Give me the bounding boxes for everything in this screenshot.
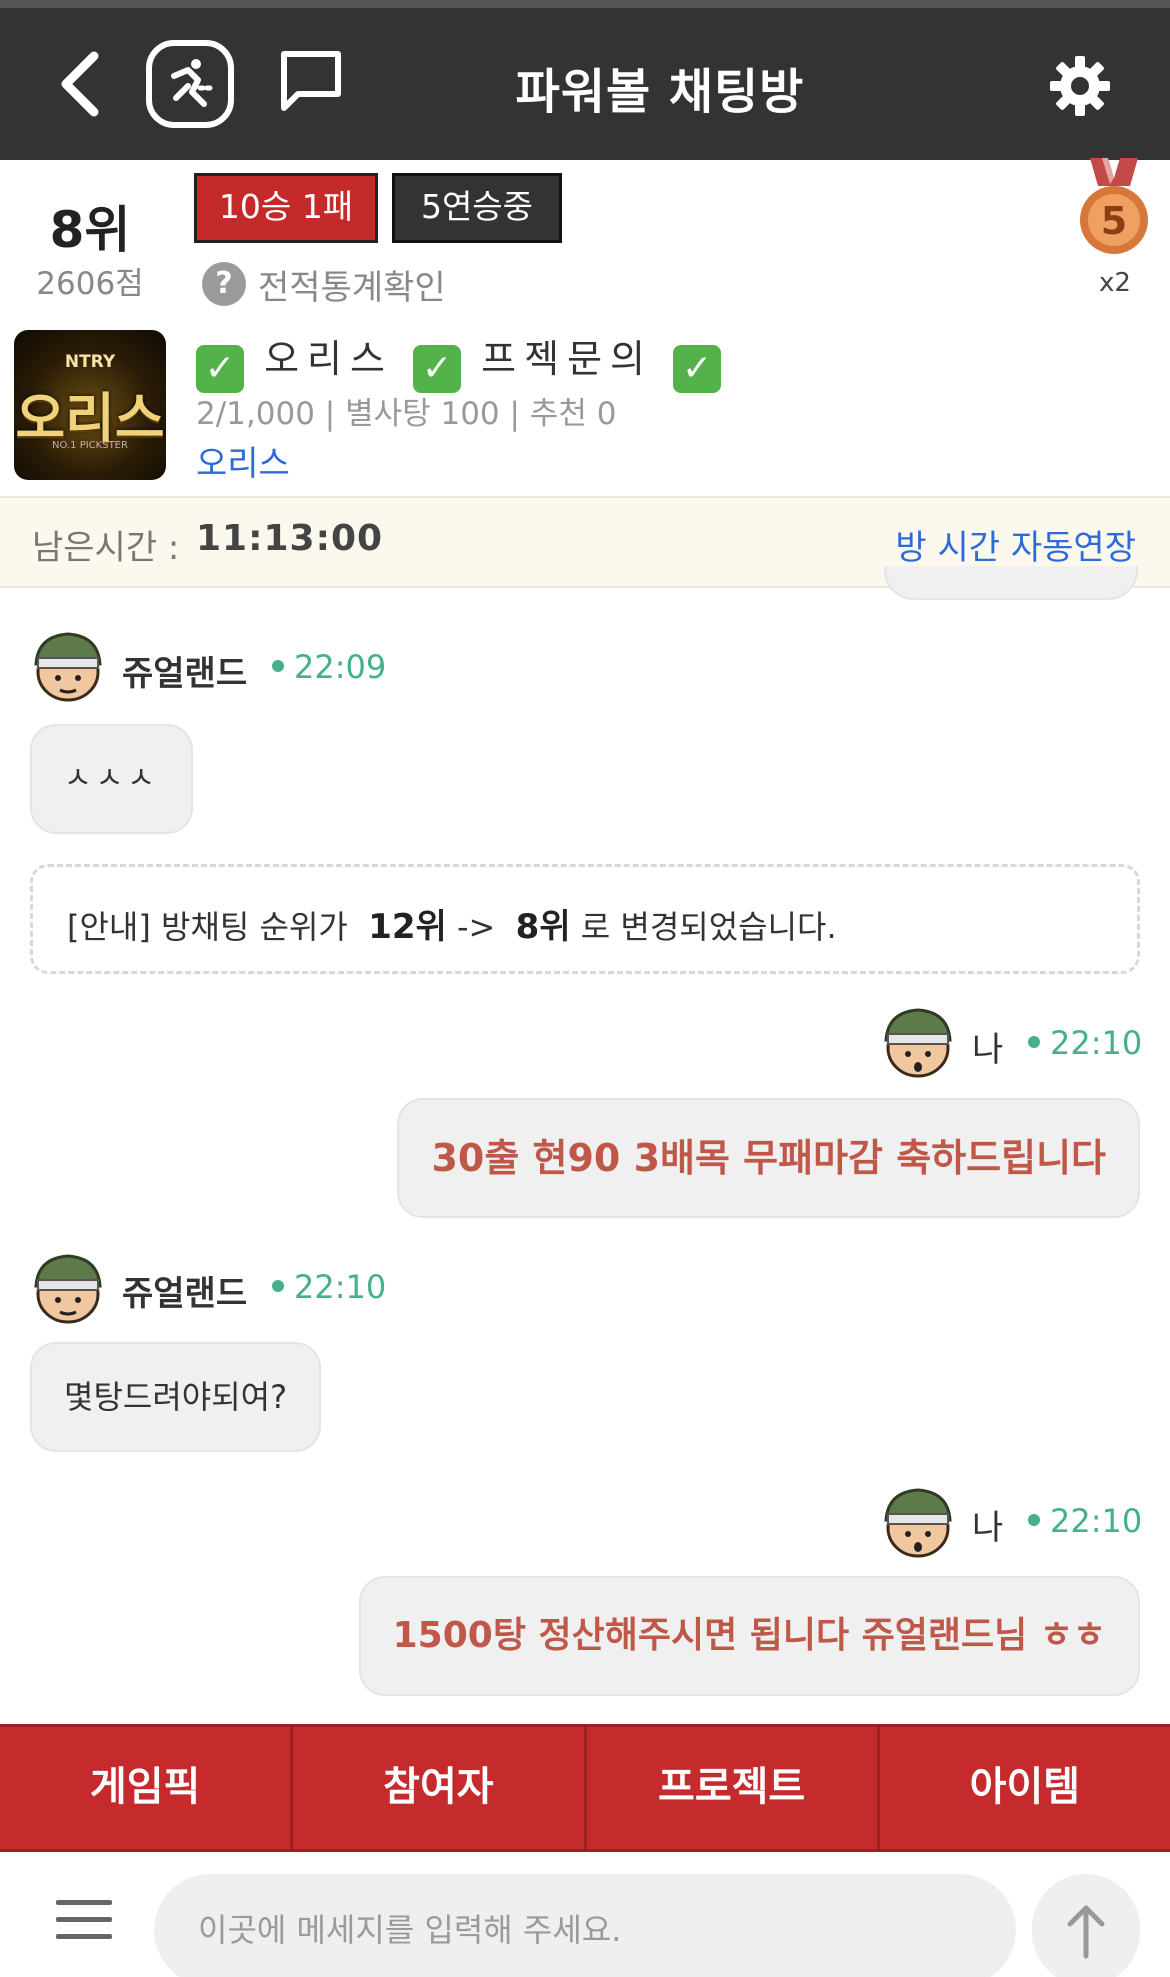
rank-change-notice: [안내] 방채팅 순위가 12위 -> 8위 로 변경되었습니다.: [30, 864, 1140, 974]
tab-items[interactable]: 아이템: [876, 1724, 1170, 1852]
online-dot-icon: [272, 660, 284, 672]
notice-suffix: 로 변경되었습니다.: [580, 908, 837, 946]
message-username[interactable]: 쥬얼랜드: [122, 1266, 247, 1315]
speech-bubble-icon[interactable]: [278, 48, 344, 118]
notice-prefix: [안내] 방채팅 순위가: [67, 908, 348, 946]
message-input-bar: [0, 1852, 1170, 1977]
message-bubble: 몇탕드려야되여?: [30, 1342, 322, 1452]
notice-from-rank: 12위: [368, 907, 447, 947]
hamburger-menu-icon[interactable]: [56, 1900, 112, 1940]
thumbnail-subtitle: NO.1 PICKSTER: [52, 440, 128, 451]
remaining-time-label: 남은시간 :: [32, 528, 180, 568]
page-title: 파워볼 채팅방: [515, 64, 805, 120]
medal-icon: 5: [1080, 158, 1148, 254]
soldier-avatar-icon[interactable]: [30, 628, 106, 704]
tab-participants[interactable]: 참여자: [290, 1724, 584, 1852]
message-time-value: 22:10: [1050, 1502, 1143, 1540]
message-time-value: 22:10: [294, 1268, 387, 1306]
room-title-part: 프젝문의: [481, 337, 654, 381]
streak-badge: 5연승중: [392, 173, 562, 243]
online-dot-icon: [272, 1280, 284, 1292]
app-header: 파워볼 채팅방: [0, 8, 1170, 160]
status-strip: [0, 0, 1170, 8]
record-badge: 10승 1패: [194, 173, 378, 243]
message-time: 22:10: [272, 1268, 386, 1306]
soldier-avatar-icon[interactable]: [30, 1250, 106, 1326]
soldier-avatar-icon[interactable]: [880, 1484, 956, 1560]
remaining-time-value: 11:13:00: [196, 518, 384, 559]
message-time: 22:10: [1028, 1502, 1142, 1540]
bottom-tabs: 게임픽 참여자 프로젝트 아이템: [0, 1724, 1170, 1852]
my-message-bubble: 1500탕 정산해주시면 됩니다 쥬얼랜드님 ㅎㅎ: [358, 1576, 1140, 1696]
auto-extend-link[interactable]: 방 시간 자동연장: [895, 520, 1136, 569]
online-dot-icon: [1028, 1514, 1040, 1526]
notice-to-rank: 8위: [515, 907, 571, 947]
notice-arrow: ->: [456, 908, 496, 946]
room-title-part: 오리스: [264, 337, 393, 381]
arrow-up-icon: [1067, 1905, 1105, 1959]
back-chevron-icon[interactable]: [52, 48, 108, 120]
room-owner-link[interactable]: 오리스: [196, 436, 290, 485]
message-time: 22:09: [272, 648, 386, 686]
question-icon[interactable]: ?: [202, 262, 246, 306]
message-username[interactable]: 쥬얼랜드: [122, 646, 247, 695]
gear-icon[interactable]: [1048, 54, 1112, 118]
soldier-avatar-icon[interactable]: [880, 1004, 956, 1080]
stats-link[interactable]: 전적통계확인: [258, 260, 446, 309]
notice-text: [안내] 방채팅 순위가 12위 -> 8위 로 변경되었습니다.: [67, 899, 837, 948]
rank-position: 8위: [49, 201, 131, 259]
message-username[interactable]: 나: [972, 1500, 1003, 1549]
message-username[interactable]: 나: [972, 1022, 1003, 1071]
rank-points: 2606점: [36, 266, 144, 302]
room-title: ✓ 오리스 ✓ 프젝문의 ✓: [196, 328, 722, 393]
previous-message-bubble: [884, 566, 1138, 600]
check-mark-icon: ✓: [673, 345, 722, 393]
medal-count: x2: [1099, 268, 1131, 298]
room-thumbnail[interactable]: NTRY 오리스 NO.1 PICKSTER: [14, 330, 166, 480]
tab-project[interactable]: 프로젝트: [583, 1724, 877, 1852]
room-meta: 2/1,000 | 별사탕 100 | 추천 0: [196, 396, 617, 432]
tab-game-pick[interactable]: 게임픽: [0, 1724, 291, 1852]
message-bubble: ㅅㅅㅅ: [30, 724, 193, 834]
message-time-value: 22:10: [1050, 1024, 1143, 1062]
online-dot-icon: [1028, 1036, 1040, 1048]
medal-number: 5: [1101, 199, 1127, 243]
message-input[interactable]: [154, 1874, 1016, 1977]
send-button[interactable]: [1032, 1874, 1140, 1977]
check-mark-icon: ✓: [196, 345, 244, 393]
thumbnail-brand: NTRY: [64, 352, 116, 372]
message-time-value: 22:09: [294, 648, 387, 686]
message-time: 22:10: [1028, 1024, 1142, 1062]
check-mark-icon: ✓: [413, 345, 462, 393]
my-message-bubble: 30출 현90 3배목 무패마감 축하드립니다: [397, 1098, 1140, 1218]
runner-logo-icon[interactable]: [146, 40, 234, 128]
